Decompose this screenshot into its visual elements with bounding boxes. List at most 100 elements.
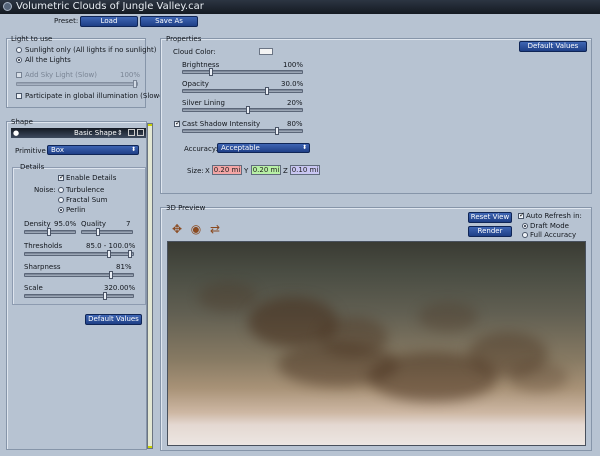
window-title: Volumetric Clouds of Jungle Valley.car — [16, 1, 204, 12]
chevron-down-icon: ⬍ — [130, 146, 136, 153]
preview-viewport[interactable] — [167, 241, 586, 446]
sharpness-slider[interactable] — [24, 271, 134, 279]
save-as-button[interactable]: Save As — [140, 16, 198, 27]
noise-turbulence-label: Turbulence — [66, 186, 105, 194]
rotate-icon[interactable]: ◉ — [189, 223, 203, 235]
size-x-field[interactable]: 0.20 mi — [212, 165, 242, 175]
density-knob[interactable] — [47, 228, 51, 236]
full-accuracy-radio[interactable] — [522, 232, 528, 238]
shape-scrollbar[interactable] — [147, 123, 153, 449]
scale-value: 320.00% — [104, 284, 136, 292]
all-lights-label: All the Lights — [25, 56, 71, 64]
sky-light-slider[interactable] — [16, 80, 138, 88]
primitive-select[interactable]: Box ⬍ — [47, 145, 139, 155]
shape-layer-header[interactable]: ● Basic Shape ⇕ — [11, 128, 146, 138]
cloud-puff — [198, 282, 258, 312]
density-label: Density — [24, 220, 51, 228]
scale-slider[interactable] — [24, 292, 134, 300]
thresholds-min-knob[interactable] — [107, 250, 111, 258]
brightness-knob[interactable] — [209, 68, 213, 76]
enable-details-checkbox[interactable] — [58, 173, 65, 181]
pan-icon[interactable]: ✥ — [170, 223, 184, 235]
accuracy-select[interactable]: Acceptable ⬍ — [217, 143, 310, 153]
cloud-color-swatch[interactable] — [259, 48, 273, 55]
opacity-knob[interactable] — [265, 87, 269, 95]
cast-shadow-slider[interactable] — [182, 127, 303, 135]
full-accuracy-label: Full Accuracy — [530, 231, 577, 239]
cast-shadow-checkbox[interactable] — [174, 119, 181, 127]
quality-knob[interactable] — [96, 228, 100, 236]
primitive-label: Primitive : — [15, 147, 51, 155]
accuracy-label: Accuracy: — [184, 145, 218, 153]
reset-view-button[interactable]: Reset View — [468, 212, 512, 223]
chevron-down-icon: ⬍ — [301, 144, 307, 151]
scrollbar-thumb[interactable] — [148, 126, 152, 446]
sky-light-value: 100% — [120, 71, 141, 79]
title-bar: Volumetric Clouds of Jungle Valley.car — [0, 0, 600, 14]
noise-turbulence-radio[interactable] — [58, 187, 64, 193]
zoom-icon[interactable]: ⇄ — [208, 223, 222, 235]
all-lights-radio[interactable] — [16, 57, 22, 63]
layer-name: Basic Shape — [74, 129, 117, 137]
preset-label: Preset: — [54, 17, 79, 25]
brightness-slider[interactable] — [182, 68, 303, 76]
thresholds-max-knob[interactable] — [128, 250, 132, 258]
cast-shadow-knob[interactable] — [275, 127, 279, 135]
preview-panel-title: 3D Preview — [166, 204, 206, 212]
layer-delete-icon[interactable] — [137, 129, 144, 136]
primitive-value: Box — [51, 146, 65, 154]
participate-gi-checkbox[interactable] — [16, 93, 22, 99]
noise-label: Noise: — [34, 186, 56, 194]
participate-gi-label: Participate in global illumination (Slow… — [25, 92, 170, 100]
size-label: Size: — [187, 167, 204, 175]
sharpness-value: 81% — [116, 263, 132, 271]
layer-visible-icon[interactable]: ● — [13, 128, 19, 138]
quality-slider[interactable] — [81, 228, 133, 236]
size-z-field[interactable]: 0.10 mi — [290, 165, 320, 175]
properties-default-values-button[interactable]: Default Values — [519, 41, 587, 52]
draft-mode-label: Draft Mode — [530, 222, 569, 230]
noise-perlin-label: Perlin — [66, 206, 86, 214]
opacity-label: Opacity — [182, 80, 209, 88]
accuracy-value: Acceptable — [221, 144, 260, 152]
light-panel-title: Light to use — [11, 35, 53, 43]
silver-lining-slider[interactable] — [182, 106, 303, 114]
layer-copy-icon[interactable] — [128, 129, 135, 136]
render-button[interactable]: Render — [468, 226, 512, 237]
silver-lining-value: 20% — [287, 99, 303, 107]
shape-default-values-button[interactable]: Default Values — [85, 314, 142, 325]
noise-fractal-sum-radio[interactable] — [58, 197, 64, 203]
cloud-puff — [418, 302, 478, 332]
shape-panel-title: Shape — [11, 118, 33, 126]
sharpness-knob[interactable] — [109, 271, 113, 279]
thresholds-value: 85.0 - 100.0% — [86, 242, 136, 250]
thresholds-label: Thresholds — [24, 242, 63, 250]
thresholds-slider[interactable] — [24, 250, 134, 258]
sky-light-knob[interactable] — [133, 80, 137, 88]
auto-refresh-checkbox[interactable] — [518, 211, 525, 219]
window-menu-icon[interactable] — [3, 2, 12, 11]
sunlight-only-radio[interactable] — [16, 47, 22, 53]
noise-perlin-radio[interactable] — [58, 207, 64, 213]
brightness-label: Brightness — [182, 61, 220, 69]
size-y-field[interactable]: 0.20 mi — [251, 165, 281, 175]
density-slider[interactable] — [24, 228, 76, 236]
sharpness-label: Sharpness — [24, 263, 61, 271]
size-z-label: Z — [283, 167, 288, 175]
silver-lining-knob[interactable] — [246, 106, 250, 114]
properties-panel-title: Properties — [166, 35, 202, 43]
size-x-label: X — [205, 167, 210, 175]
scale-knob[interactable] — [103, 292, 107, 300]
layer-expand-icon[interactable]: ⇕ — [117, 128, 123, 138]
load-button[interactable]: Load — [80, 16, 138, 27]
noise-fractal-sum-label: Fractal Sum — [66, 196, 108, 204]
draft-mode-radio[interactable] — [522, 223, 528, 229]
cloud-color-label: Cloud Color: — [173, 48, 216, 56]
sunlight-only-label: Sunlight only (All lights if no sunlight… — [25, 46, 157, 54]
scale-label: Scale — [24, 284, 43, 292]
add-sky-light-checkbox[interactable] — [16, 72, 22, 78]
enable-details-label: Enable Details — [66, 174, 117, 182]
details-title: Details — [20, 163, 45, 171]
opacity-slider[interactable] — [182, 87, 303, 95]
silver-lining-label: Silver Lining — [182, 99, 225, 107]
